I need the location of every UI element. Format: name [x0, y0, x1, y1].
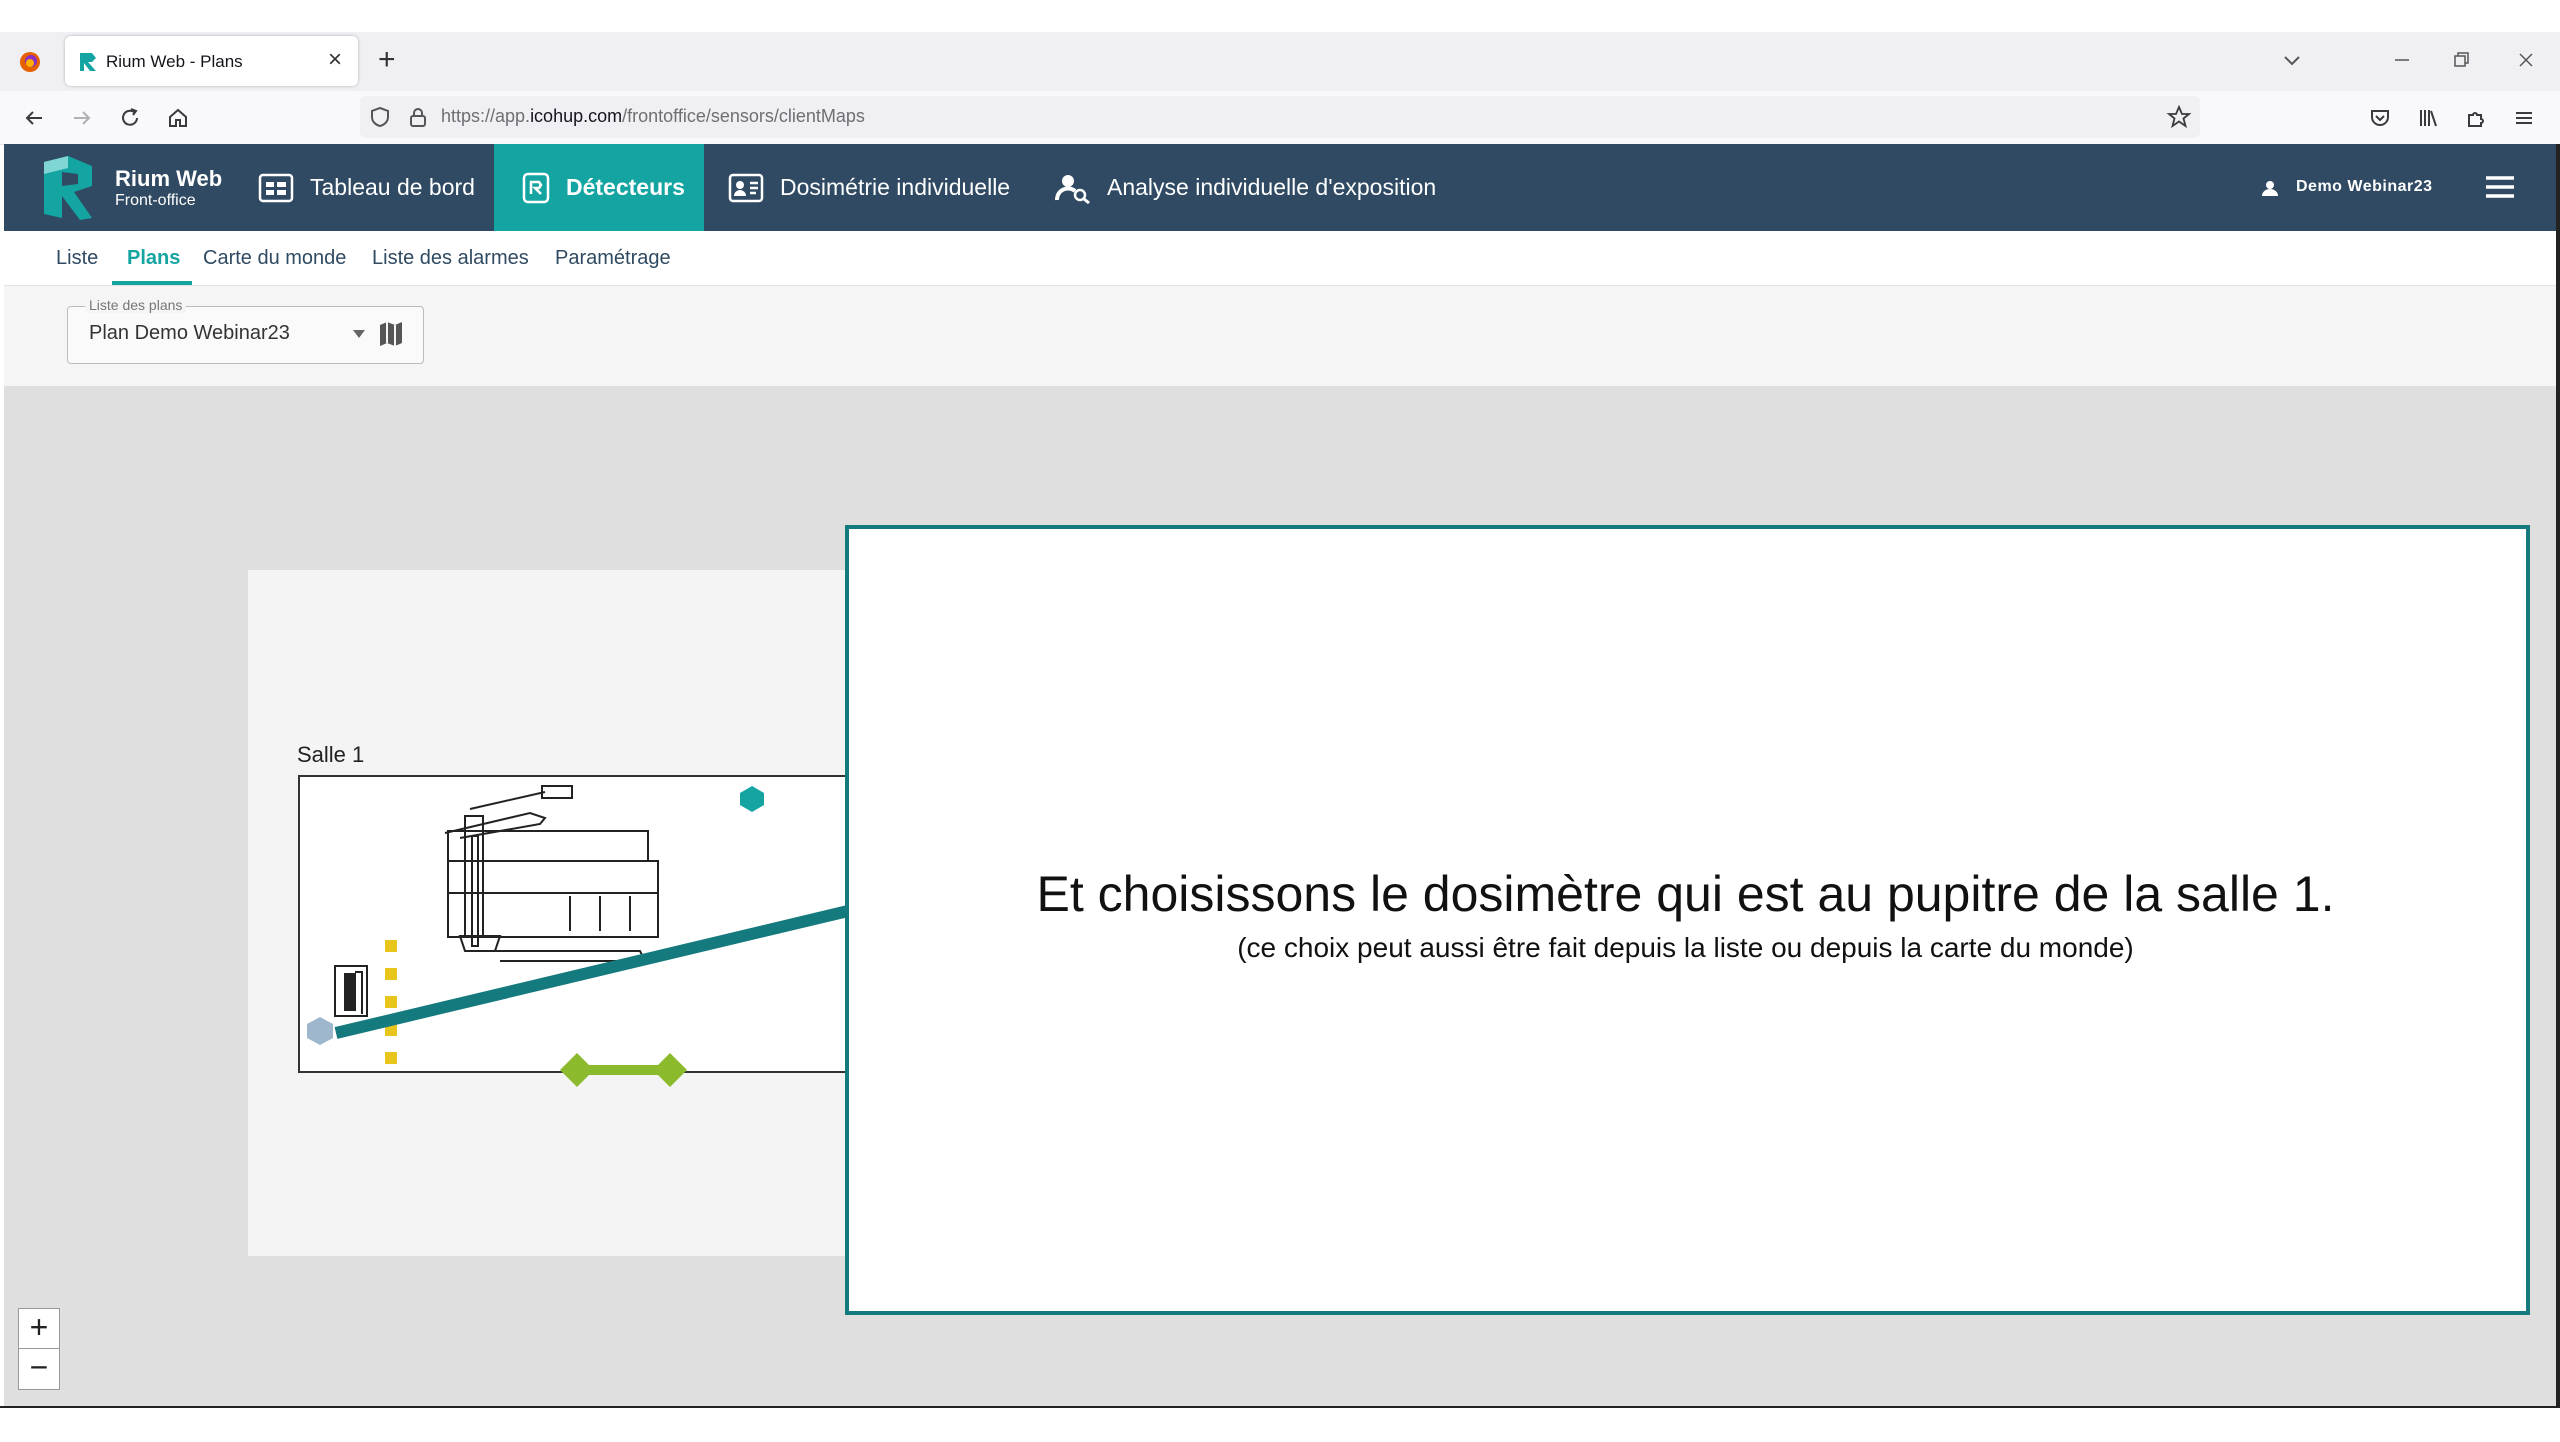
nav-label: Tableau de bord [310, 174, 475, 200]
firefox-icon[interactable] [18, 50, 42, 74]
nav-analyse-individuelle[interactable]: Analyse individuelle d'exposition [1055, 144, 1436, 231]
plan-select-label: Liste des plans [85, 297, 187, 313]
rium-logo-icon[interactable] [40, 156, 96, 220]
subnav-parametrage[interactable]: Paramétrage [555, 247, 671, 270]
window-top-strip [0, 0, 2560, 32]
person-search-icon [1055, 174, 1090, 204]
app-menu-icon[interactable] [2512, 106, 2536, 130]
shield-icon[interactable] [368, 105, 392, 129]
subnav-carte-du-monde[interactable]: Carte du monde [203, 247, 346, 270]
zoom-out-button[interactable]: − [18, 1348, 60, 1390]
subnav-liste-des-alarmes[interactable]: Liste des alarmes [372, 247, 529, 270]
green-sensor-link[interactable] [555, 1045, 705, 1095]
minimize-icon[interactable] [2392, 50, 2412, 70]
window-right-border [2556, 144, 2560, 1406]
library-icon[interactable] [2416, 106, 2440, 130]
hamburger-menu-icon[interactable] [2484, 172, 2516, 202]
user-icon [2262, 181, 2278, 196]
home-icon[interactable] [166, 106, 190, 130]
nav-label: Analyse individuelle d'exposition [1107, 174, 1437, 200]
tab-close-icon[interactable]: × [328, 46, 342, 74]
dropdown-arrow-icon[interactable] [352, 329, 366, 339]
window-bottom-strip [0, 1406, 2560, 1442]
pocket-icon[interactable] [2368, 106, 2392, 130]
callout-main-text: Et choisissons le dosimètre qui est au p… [1036, 866, 2335, 922]
dashboard-icon [258, 173, 294, 202]
user-name[interactable]: Demo Webinar23 [2296, 178, 2433, 196]
plan-select-value[interactable]: Plan Demo Webinar23 [89, 322, 290, 345]
url-text[interactable]: https://app.icohup.com/frontoffice/senso… [441, 106, 865, 127]
bookmark-star-icon[interactable] [2166, 104, 2192, 130]
new-tab-button[interactable]: + [378, 42, 396, 78]
callout-sub-text: (ce choix peut aussi être fait depuis la… [1237, 932, 2134, 963]
restore-icon[interactable] [2452, 50, 2472, 70]
sensor-hexagon-teal[interactable] [738, 785, 766, 813]
id-card-icon [728, 173, 764, 202]
url-path: /frontoffice/sensors/clientMaps [622, 106, 865, 126]
url-prefix: https://app. [441, 106, 531, 126]
active-tab-indicator [112, 281, 192, 285]
rium-favicon-icon [80, 53, 96, 71]
brand-title: Rium Web [115, 166, 223, 191]
subnav-plans[interactable]: Plans [127, 247, 180, 270]
map-icon[interactable] [378, 320, 404, 348]
nav-label: Détecteurs [566, 174, 685, 200]
subnav-liste[interactable]: Liste [56, 247, 98, 270]
room-label: Salle 1 [297, 742, 365, 767]
close-window-icon[interactable] [2516, 50, 2536, 70]
nav-label: Dosimétrie individuelle [780, 174, 1011, 200]
extensions-icon[interactable] [2464, 106, 2488, 130]
tab-title: Rium Web - Plans [106, 52, 243, 71]
forward-icon[interactable] [70, 106, 94, 130]
callout-pointer-line [334, 905, 850, 1039]
zoom-in-button[interactable]: + [18, 1308, 60, 1350]
back-icon[interactable] [22, 106, 46, 130]
detector-icon [522, 172, 550, 203]
nav-dosimetrie-individuelle[interactable]: Dosimétrie individuelle [728, 144, 1010, 231]
reload-icon[interactable] [118, 106, 142, 130]
brand-subtitle: Front-office [115, 192, 196, 209]
nav-tableau-de-bord[interactable]: Tableau de bord [258, 144, 475, 231]
list-all-tabs-icon[interactable] [2282, 50, 2302, 70]
nav-detecteurs[interactable]: Détecteurs [494, 144, 704, 231]
url-domain: icohup.com [530, 106, 623, 126]
lock-icon[interactable] [406, 105, 430, 129]
